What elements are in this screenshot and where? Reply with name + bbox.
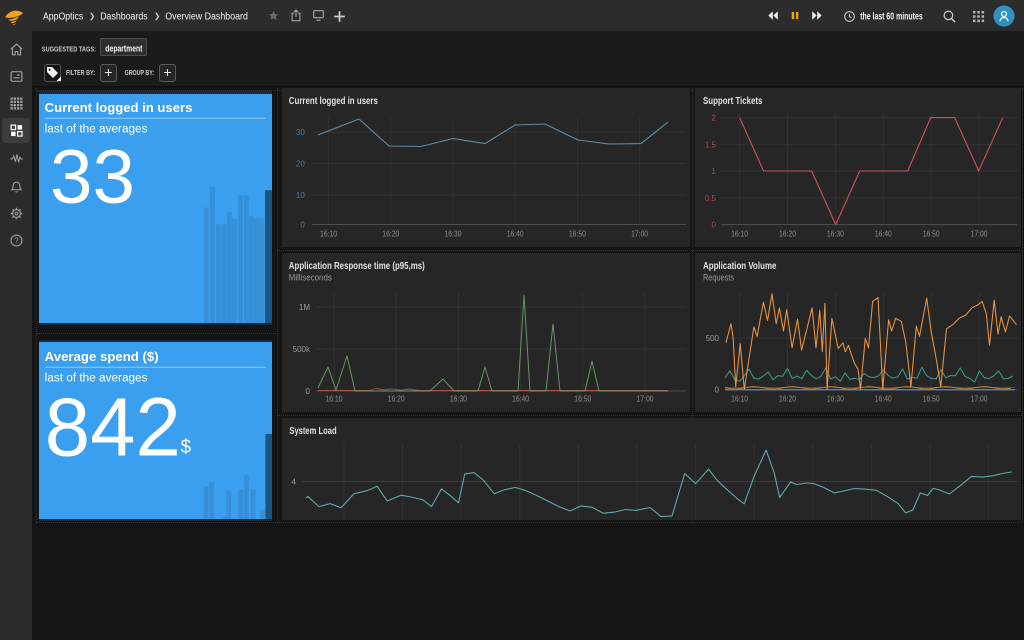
svg-text:500: 500 (706, 334, 720, 343)
svg-text:$: $ (181, 437, 192, 458)
svg-text:16:50: 16:50 (923, 395, 940, 404)
svg-text:Average spend ($): Average spend ($) (45, 349, 159, 364)
svg-text:16:30: 16:30 (827, 395, 844, 404)
svg-text:Support Tickets: Support Tickets (703, 95, 763, 107)
svg-text:SUGGESTED TAGS:: SUGGESTED TAGS: (42, 45, 96, 54)
svg-text:FILTER BY:: FILTER BY: (66, 68, 95, 77)
svg-text:GROUP BY:: GROUP BY: (125, 68, 155, 77)
svg-text:last of the averages: last of the averages (45, 123, 148, 135)
svg-text:16:40: 16:40 (507, 230, 524, 239)
svg-text:Current logged in users: Current logged in users (45, 100, 193, 115)
svg-text:System Load: System Load (289, 425, 336, 437)
svg-text:16:20: 16:20 (779, 230, 796, 239)
svg-text:1.5: 1.5 (705, 140, 717, 149)
svg-text:16:10: 16:10 (320, 230, 337, 239)
svg-text:0.5: 0.5 (705, 194, 717, 203)
svg-text:?: ? (14, 236, 19, 245)
svg-text:Milliseconds: Milliseconds (289, 272, 332, 283)
svg-text:17:00: 17:00 (971, 395, 988, 404)
svg-text:16:10: 16:10 (326, 395, 343, 404)
svg-text:16:40: 16:40 (512, 395, 529, 404)
svg-text:0: 0 (306, 387, 311, 396)
svg-text:17:00: 17:00 (971, 230, 988, 239)
svg-text:30: 30 (296, 128, 305, 137)
svg-text:16:20: 16:20 (388, 395, 405, 404)
svg-text:Requests: Requests (703, 272, 734, 283)
svg-text:Application Volume: Application Volume (703, 260, 777, 272)
svg-text:16:50: 16:50 (574, 395, 591, 404)
svg-text:Current logged in users: Current logged in users (289, 95, 378, 107)
svg-text:2: 2 (712, 114, 717, 123)
svg-text:20: 20 (296, 160, 305, 169)
svg-text:17:00: 17:00 (637, 395, 654, 404)
svg-text:the last 60 minutes: the last 60 minutes (860, 11, 923, 22)
svg-text:500k: 500k (293, 345, 311, 354)
svg-text:4: 4 (292, 478, 297, 487)
svg-text:16:30: 16:30 (450, 395, 467, 404)
svg-text:1: 1 (712, 167, 717, 176)
svg-text:1M: 1M (299, 303, 310, 312)
svg-text:10: 10 (296, 191, 305, 200)
svg-text:17:00: 17:00 (631, 230, 648, 239)
svg-text:16:30: 16:30 (445, 230, 462, 239)
svg-text:16:40: 16:40 (875, 395, 892, 404)
svg-text:16:30: 16:30 (827, 230, 844, 239)
svg-text:Application Response time (p95: Application Response time (p95,ms) (289, 260, 425, 272)
svg-text:16:20: 16:20 (779, 395, 796, 404)
svg-text:16:10: 16:10 (731, 230, 748, 239)
svg-text:16:50: 16:50 (923, 230, 940, 239)
svg-text:16:40: 16:40 (875, 230, 892, 239)
svg-text:842: 842 (45, 381, 181, 474)
svg-text:16:50: 16:50 (569, 230, 586, 239)
svg-text:33: 33 (50, 135, 135, 220)
svg-text:16:20: 16:20 (382, 230, 399, 239)
svg-text:0: 0 (300, 221, 305, 230)
svg-text:0: 0 (712, 221, 717, 230)
svg-text:16:10: 16:10 (731, 395, 748, 404)
svg-text:department: department (105, 43, 142, 53)
svg-text:0: 0 (715, 386, 720, 395)
